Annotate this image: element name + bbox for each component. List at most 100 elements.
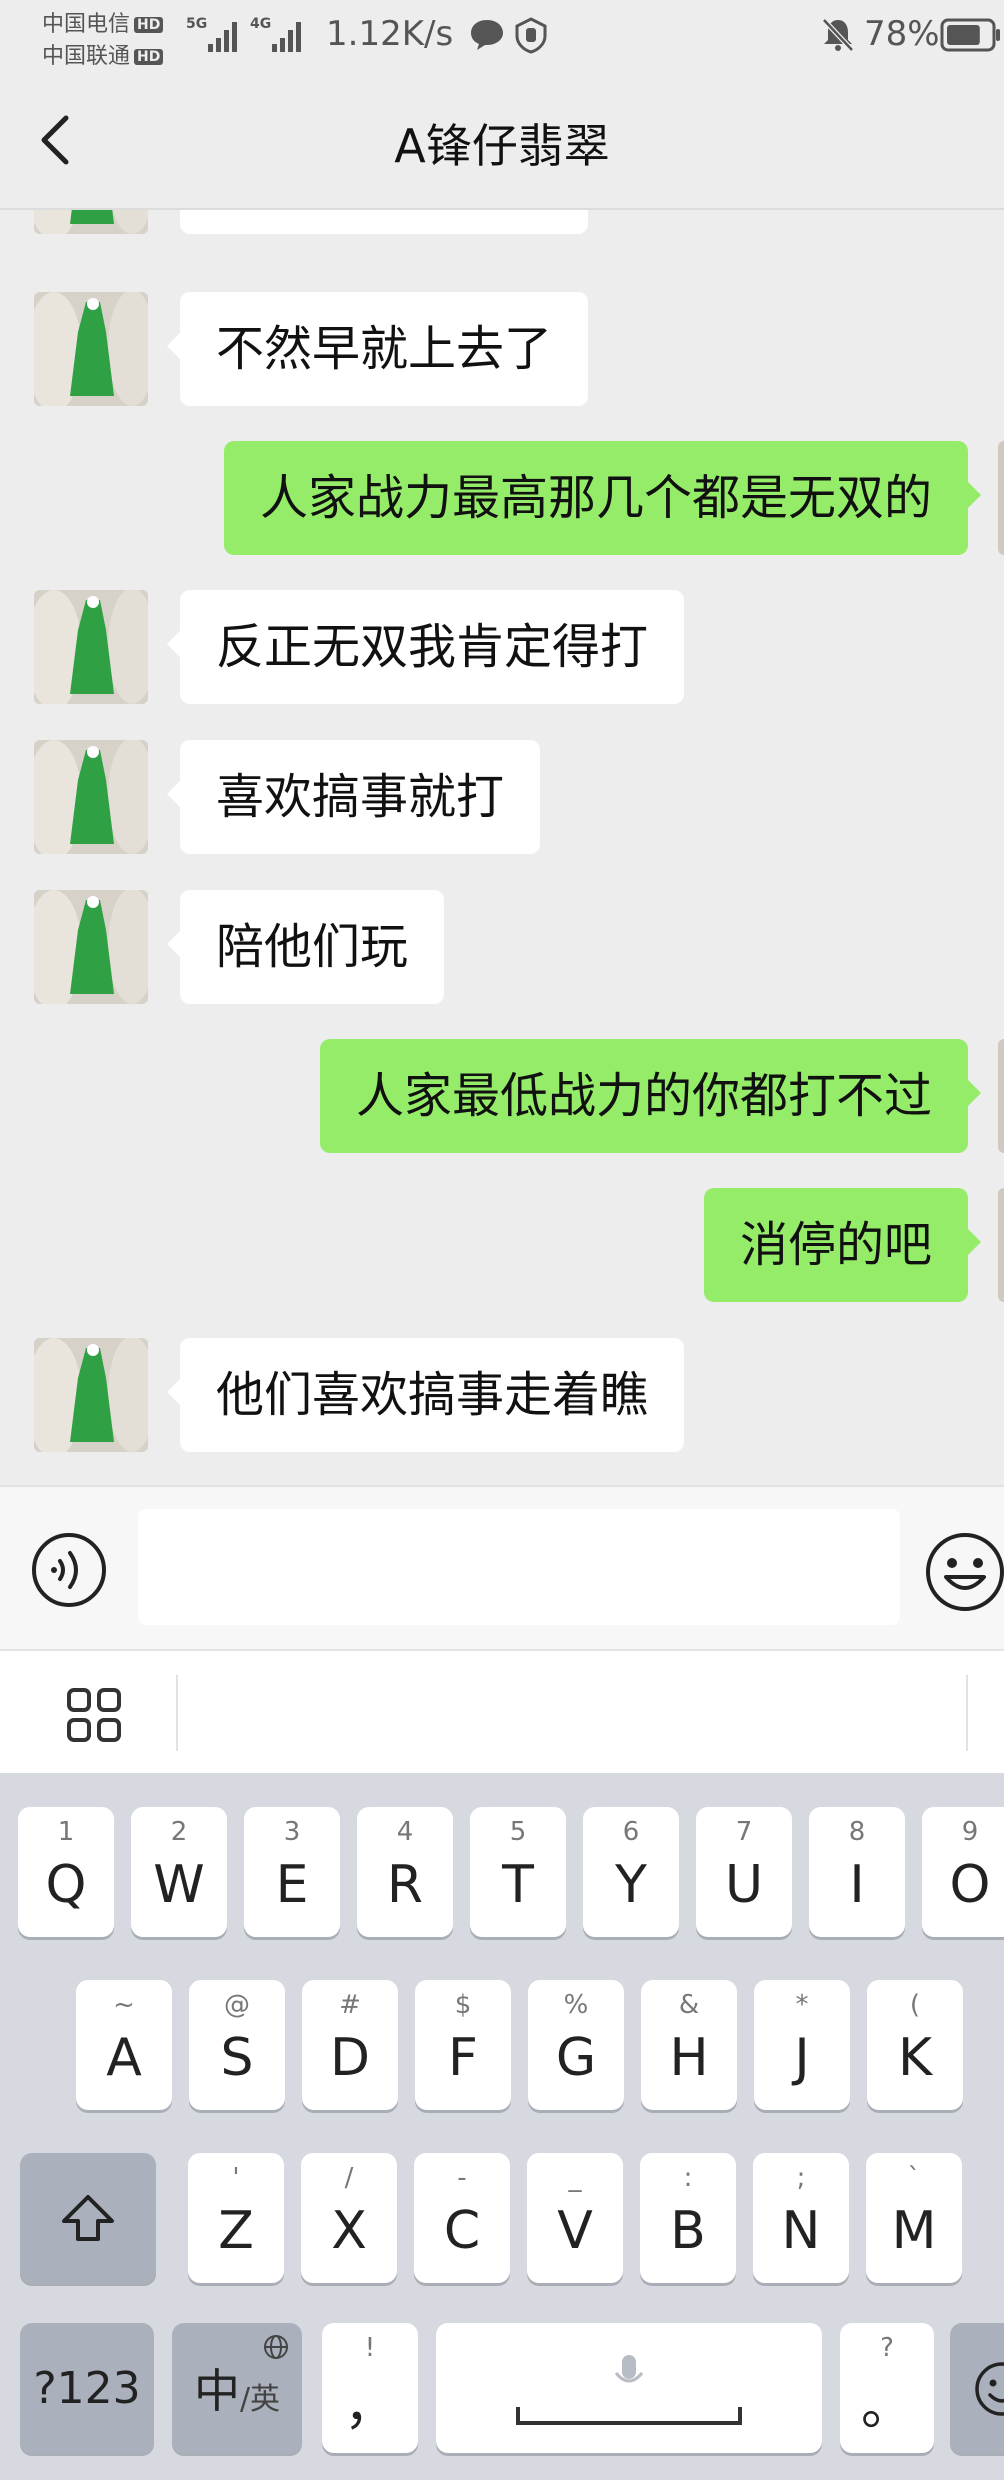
carrier-1: 中国电信 HD xyxy=(42,6,164,38)
key-label: O xyxy=(949,1855,991,1915)
contact-avatar[interactable] xyxy=(34,890,148,1004)
key-b[interactable]: :B xyxy=(640,2153,736,2283)
key-w[interactable]: 2W xyxy=(131,1807,227,1937)
net-5g-label: 5G xyxy=(186,16,207,32)
key-q[interactable]: 1Q xyxy=(18,1807,114,1937)
message-bubble[interactable]: 人家战力最高那几个都是无双的 xyxy=(223,441,982,555)
key-z[interactable]: ' Z xyxy=(188,2153,284,2283)
key-u[interactable]: 7U xyxy=(696,1807,792,1937)
contact-avatar[interactable] xyxy=(34,740,148,854)
key-label: Z xyxy=(218,2201,254,2261)
key-label: W xyxy=(153,1855,205,1915)
toolbar-divider xyxy=(966,1675,968,1751)
symbols-key[interactable]: ?123 xyxy=(20,2323,154,2453)
message-input[interactable] xyxy=(138,1509,900,1625)
message-list[interactable]: 我就是不想惹事不然早就上去了人家战力最高那几个都是无双的反正无双我肯定得打喜欢搞… xyxy=(0,210,1004,1485)
comma-key[interactable]: ! ， xyxy=(322,2323,418,2453)
lang-main: 中 xyxy=(193,2364,240,2418)
key-label: E xyxy=(275,1855,309,1915)
key-secondary-label: 7 xyxy=(735,1817,753,1847)
key-label: D xyxy=(329,2028,371,2088)
key-secondary-label: % xyxy=(563,1990,589,2020)
input-bar xyxy=(0,1485,1004,1649)
key-label: C xyxy=(443,2201,481,2261)
key-secondary-label: * xyxy=(795,1990,809,2020)
message-bubble[interactable]: 反正无双我肯定得打 xyxy=(166,590,685,704)
key-secondary-label: ' xyxy=(232,2163,240,2193)
key-secondary-label: $ xyxy=(454,1990,472,2020)
key-h[interactable]: & H xyxy=(641,1980,737,2110)
key-label: G xyxy=(555,2028,597,2088)
key-label: U xyxy=(724,1855,764,1915)
key-d[interactable]: # D xyxy=(302,1980,398,2110)
key-c[interactable]: -C xyxy=(414,2153,510,2283)
my-avatar[interactable] xyxy=(998,441,1004,555)
emoji-key[interactable] xyxy=(950,2323,1004,2453)
message-bubble[interactable]: 陪他们玩 xyxy=(166,890,445,1004)
key-s[interactable]: @ S xyxy=(189,1980,285,2110)
key-label: S xyxy=(220,2028,254,2088)
key-r[interactable]: 4R xyxy=(357,1807,453,1937)
battery-percent: 78% xyxy=(864,14,940,54)
smiley-icon xyxy=(975,2362,1004,2416)
key-k[interactable]: (K xyxy=(867,1980,963,2110)
key-label: X xyxy=(331,2201,367,2261)
key-secondary-label: 4 xyxy=(396,1817,414,1847)
key-v[interactable]: _ V xyxy=(527,2153,623,2283)
key-secondary-label: # xyxy=(339,1990,361,2020)
key-n[interactable]: ; N xyxy=(753,2153,849,2283)
carrier-2: 中国联通 HD xyxy=(42,38,164,70)
keyboard-menu-grid-icon[interactable] xyxy=(66,1687,122,1743)
key-x[interactable]: / X xyxy=(301,2153,397,2283)
toolbar-divider xyxy=(176,1675,178,1751)
my-avatar[interactable] xyxy=(998,1188,1004,1302)
emoji-icon[interactable] xyxy=(924,1531,1004,1613)
chat-notification-icon xyxy=(471,20,503,50)
key-secondary-label: / xyxy=(344,2163,354,2193)
key-label: F xyxy=(448,2028,478,2088)
key-secondary-label: _ xyxy=(568,2163,582,2193)
key-label: N xyxy=(781,2201,821,2261)
language-switch-key[interactable]: 中/英 xyxy=(172,2323,302,2453)
key-secondary-label: ( xyxy=(909,1990,921,2020)
mute-bell-icon xyxy=(822,18,854,52)
my-avatar[interactable] xyxy=(998,1039,1004,1153)
key-secondary-label: 2 xyxy=(170,1817,188,1847)
key-o[interactable]: 9O xyxy=(922,1807,1004,1937)
key-label: M xyxy=(891,2201,937,2261)
message-bubble[interactable]: 我就是不想惹事 xyxy=(180,210,589,234)
key-secondary-label: @ xyxy=(224,1990,250,2020)
contact-avatar[interactable] xyxy=(34,590,148,704)
contact-avatar[interactable] xyxy=(34,210,148,234)
message-bubble[interactable]: 人家最低战力的你都打不过 xyxy=(319,1039,982,1153)
message-bubble[interactable]: 喜欢搞事就打 xyxy=(166,740,541,854)
net-speed: 1.12K/s xyxy=(326,14,454,54)
key-g[interactable]: % G xyxy=(528,1980,624,2110)
message-bubble[interactable]: 他们喜欢搞事走着瞧 xyxy=(166,1338,685,1452)
key-f[interactable]: $ F xyxy=(415,1980,511,2110)
contact-avatar[interactable] xyxy=(34,1338,148,1452)
shift-key[interactable] xyxy=(20,2153,156,2283)
key-e[interactable]: 3E xyxy=(244,1807,340,1937)
key-secondary-label: 1 xyxy=(57,1817,75,1847)
key-label: J xyxy=(794,2028,810,2088)
space-key[interactable] xyxy=(436,2323,822,2453)
key-y[interactable]: 6Y xyxy=(583,1807,679,1937)
contact-avatar[interactable] xyxy=(34,292,148,406)
message-bubble[interactable]: 消停的吧 xyxy=(703,1188,982,1302)
microphone-icon xyxy=(614,2355,644,2383)
period-key[interactable]: ? 。 xyxy=(840,2323,934,2453)
keyboard: 1Q2W3E4R5T6Y7U8I9O ~ A @ S # D $ F% G & H * J(K ' Z / X… xyxy=(0,1773,1004,2480)
key-label: Q xyxy=(45,1855,87,1915)
key-j[interactable]: * J xyxy=(754,1980,850,2110)
shield-hand-icon xyxy=(515,17,547,54)
voice-input-icon[interactable] xyxy=(30,1531,108,1609)
key-m[interactable]: ` M xyxy=(866,2153,962,2283)
key-t[interactable]: 5T xyxy=(470,1807,566,1937)
key-secondary-label: ~ xyxy=(113,1990,135,2020)
key-i[interactable]: 8I xyxy=(809,1807,905,1937)
key-a[interactable]: ~ A xyxy=(76,1980,172,2110)
message-bubble[interactable]: 不然早就上去了 xyxy=(166,292,589,406)
key-secondary-label: : xyxy=(683,2163,693,2193)
key-label: H xyxy=(669,2028,709,2088)
